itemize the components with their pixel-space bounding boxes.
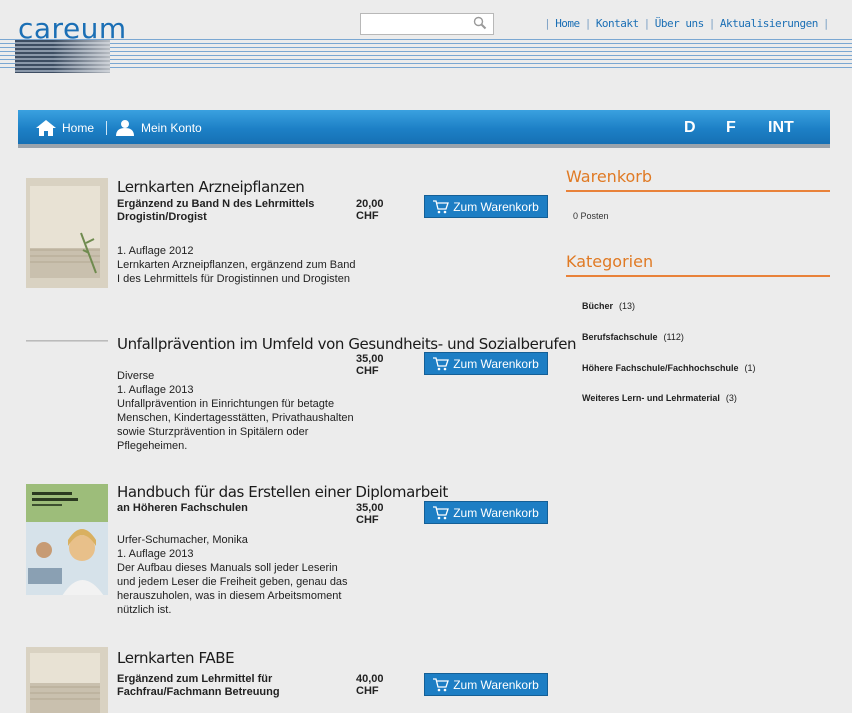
nav-home-label: Home [62, 121, 95, 135]
add-to-cart-button[interactable]: Zum Warenkorb [424, 673, 548, 696]
cart-icon [433, 505, 450, 519]
product-title[interactable]: Unfallprävention im Umfeld von Gesundhei… [117, 335, 577, 353]
home-icon [36, 120, 56, 136]
product-subtitle: an Höheren Fachschulen [117, 502, 248, 514]
category-name: Bücher [582, 301, 614, 311]
link-ueber-uns[interactable]: Über uns [655, 17, 704, 30]
link-aktualisierungen[interactable]: Aktualisierungen [720, 17, 818, 30]
lang-int[interactable]: INT [768, 119, 794, 137]
header-stripes [0, 39, 852, 69]
product-edition: 1. Auflage 2013 [117, 548, 194, 560]
link-kontakt[interactable]: Kontakt [596, 17, 639, 30]
product-title[interactable]: Lernkarten FABE [117, 649, 235, 667]
add-to-cart-label: Zum Warenkorb [453, 505, 539, 520]
search-input[interactable] [360, 13, 494, 35]
product-subtitle: Ergänzend zu Band N des Lehrmittels Drog… [117, 198, 315, 223]
category-count: (112) [663, 332, 684, 342]
category-name: Berufsfachschule [582, 332, 658, 342]
category-count: (3) [725, 393, 737, 403]
nav-account-label: Mein Konto [141, 121, 202, 135]
product-text: Der Aufbau dieses Manuals soll jeder Les… [117, 562, 348, 616]
add-to-cart-label: Zum Warenkorb [453, 677, 539, 692]
product-description: Diverse 1. Auflage 2013 Unfallprävention… [117, 369, 357, 453]
add-to-cart-label: Zum Warenkorb [453, 356, 539, 371]
product-title[interactable]: Handbuch für das Erstellen einer Diploma… [117, 483, 448, 501]
product-image[interactable] [26, 647, 108, 713]
category-item[interactable]: Weiteres Lern- und Lehrmaterial (3) [582, 393, 737, 403]
lang-f[interactable]: F [726, 119, 736, 137]
header-stripe-accent [15, 40, 110, 73]
cart-icon [433, 356, 450, 370]
add-to-cart-button[interactable]: Zum Warenkorb [424, 195, 548, 218]
add-to-cart-label: Zum Warenkorb [453, 199, 539, 214]
product-price: 35,00 CHF [356, 353, 384, 377]
search-icon[interactable] [473, 16, 487, 30]
lang-d[interactable]: D [684, 119, 696, 137]
top-links: | Home | Kontakt | Über uns | Aktualisierungen | [544, 17, 829, 30]
nav-home[interactable]: Home [36, 120, 94, 136]
cart-divider [566, 190, 830, 192]
categories-divider [566, 275, 830, 277]
product-price: 35,00 CHF [356, 502, 384, 526]
category-count: (1) [744, 363, 756, 373]
product-author: Diverse [117, 370, 155, 382]
category-item[interactable]: Höhere Fachschule/Fachhochschule (1) [582, 363, 756, 373]
category-item[interactable]: Bücher (13) [582, 301, 635, 311]
add-to-cart-button[interactable]: Zum Warenkorb [424, 352, 548, 375]
product-image[interactable] [26, 483, 108, 595]
nav-divider [106, 121, 107, 135]
product-title[interactable]: Lernkarten Arzneipflanzen [117, 178, 305, 196]
product-text: Lernkarten Arzneipflanzen, ergänzend zum… [117, 259, 356, 285]
category-name: Höhere Fachschule/Fachhochschule [582, 363, 739, 373]
category-count: (13) [619, 301, 636, 311]
product-image[interactable] [26, 178, 108, 288]
category-item[interactable]: Berufsfachschule (112) [582, 332, 684, 342]
category-name: Weiteres Lern- und Lehrmaterial [582, 393, 720, 403]
main-nav: Home Mein Konto D F INT [18, 110, 830, 148]
cart-icon [433, 199, 450, 213]
nav-account[interactable]: Mein Konto [115, 120, 202, 136]
product-price: 40,00 CHF [356, 673, 384, 697]
categories-heading: Kategorien [566, 252, 654, 271]
user-icon [116, 120, 134, 136]
add-to-cart-button[interactable]: Zum Warenkorb [424, 501, 548, 524]
product-price: 20,00 CHF [356, 198, 384, 222]
product-description: Urfer-Schumacher, Monika 1. Auflage 2013… [117, 533, 357, 617]
cart-icon [433, 677, 450, 691]
product-description: 1. Auflage 2012 Lernkarten Arzneipflanze… [117, 244, 357, 286]
product-edition: 1. Auflage 2013 [117, 384, 194, 396]
product-text: Unfallprävention in Einrichtungen für be… [117, 398, 354, 452]
cart-count[interactable]: 0 Posten [573, 211, 609, 221]
link-home[interactable]: Home [555, 17, 580, 30]
product-subtitle: Ergänzend zum Lehrmittel für Fachfrau/Fa… [117, 673, 280, 698]
product-author: Urfer-Schumacher, Monika [117, 534, 248, 546]
product-edition: 1. Auflage 2012 [117, 245, 194, 257]
product-image-placeholder [26, 340, 108, 342]
cart-heading: Warenkorb [566, 167, 653, 186]
